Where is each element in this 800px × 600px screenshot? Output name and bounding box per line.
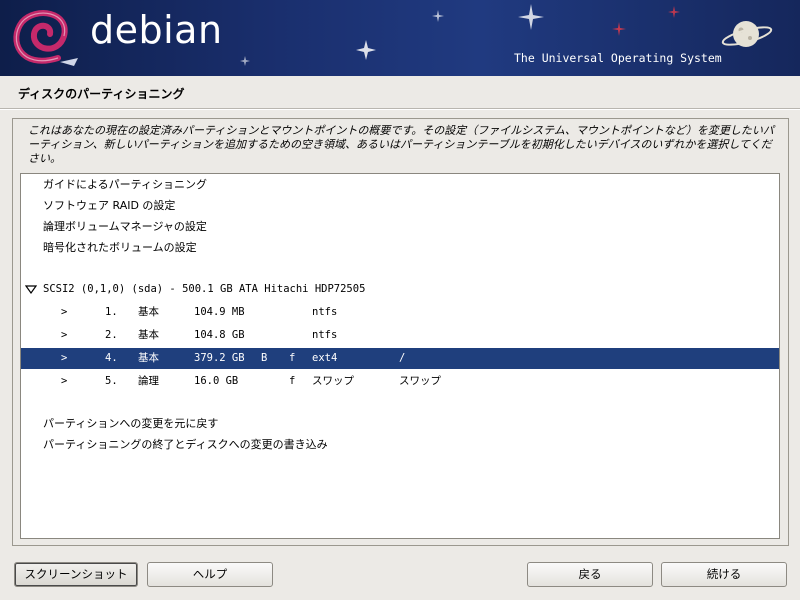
partition-mountpoint: スワップ: [399, 375, 441, 387]
partition-number: 2.: [105, 329, 118, 341]
list-item-label: ソフトウェア RAID の設定: [43, 199, 176, 212]
list-item-guided-partitioning[interactable]: ガイドによるパーティショニング: [21, 174, 779, 195]
star-icon: [518, 4, 544, 30]
star-icon: [240, 56, 250, 66]
back-button[interactable]: 戻る: [527, 562, 653, 587]
star-icon: [356, 40, 376, 60]
partition-size: 104.9 MB: [194, 306, 245, 318]
title-divider: [0, 108, 800, 110]
list-item-label: パーティショニングの終了とディスクへの変更の書き込み: [43, 438, 328, 451]
screenshot-button[interactable]: スクリーンショット: [14, 562, 138, 587]
star-icon: [668, 6, 680, 18]
list-item-label: パーティションへの変更を元に戻す: [43, 417, 219, 430]
partition-list[interactable]: ガイドによるパーティショニング ソフトウェア RAID の設定 論理ボリュームマ…: [20, 173, 780, 539]
continue-button[interactable]: 続ける: [661, 562, 787, 587]
list-item-encrypted-volumes[interactable]: 暗号化されたボリュームの設定: [21, 237, 779, 258]
partition-number: 4.: [105, 352, 118, 364]
partition-mountpoint: /: [399, 352, 406, 364]
partition-row-selected[interactable]: > 4. 基本 379.2 GB B f ext4 /: [21, 348, 779, 369]
partition-boot-flag: B: [261, 352, 268, 364]
list-item-finish-write[interactable]: パーティショニングの終了とディスクへの変更の書き込み: [21, 434, 779, 455]
partition-arrow: >: [61, 329, 68, 341]
partition-arrow: >: [61, 375, 68, 387]
partition-arrow: >: [61, 352, 68, 364]
planet-icon: [721, 21, 773, 47]
partition-filesystem: ntfs: [312, 306, 338, 318]
help-button[interactable]: ヘルプ: [147, 562, 273, 587]
partition-type: 基本: [138, 306, 159, 318]
debian-logo-text: debian: [90, 8, 223, 52]
partition-filesystem: ext4: [312, 352, 338, 364]
partition-number: 5.: [105, 375, 118, 387]
list-item-lvm[interactable]: 論理ボリュームマネージャの設定: [21, 216, 779, 237]
partition-size: 104.8 GB: [194, 329, 245, 341]
list-item-label: 論理ボリュームマネージャの設定: [43, 220, 207, 233]
list-item-label: ガイドによるパーティショニング: [43, 178, 208, 191]
partition-format-flag: f: [289, 352, 296, 364]
debian-banner: debian The Universal Operating System: [0, 0, 800, 76]
debian-swirl-icon: [13, 10, 78, 66]
list-item-label: 暗号化されたボリュームの設定: [43, 241, 197, 254]
banner-tagline: The Universal Operating System: [514, 51, 722, 65]
list-item-software-raid[interactable]: ソフトウェア RAID の設定: [21, 195, 779, 216]
list-item-undo-changes[interactable]: パーティションへの変更を元に戻す: [21, 413, 779, 434]
partition-size: 379.2 GB: [194, 352, 245, 364]
disk-label: SCSI2 (0,1,0) (sda) - 500.1 GB ATA Hitac…: [43, 283, 366, 295]
partition-filesystem: スワップ: [312, 375, 354, 387]
partition-row[interactable]: > 1. 基本 104.9 MB ntfs: [21, 302, 779, 323]
star-icon: [612, 22, 626, 36]
partition-arrow: >: [61, 306, 68, 318]
partition-type: 論理: [138, 375, 159, 387]
partition-type: 基本: [138, 329, 159, 341]
partition-number: 1.: [105, 306, 118, 318]
star-icon: [432, 10, 444, 22]
partition-type: 基本: [138, 352, 159, 364]
disk-row[interactable]: SCSI2 (0,1,0) (sda) - 500.1 GB ATA Hitac…: [21, 279, 779, 300]
partition-row[interactable]: > 2. 基本 104.8 GB ntfs: [21, 325, 779, 346]
partition-format-flag: f: [289, 375, 296, 387]
partition-row[interactable]: > 5. 論理 16.0 GB f スワップ スワップ: [21, 371, 779, 392]
partition-filesystem: ntfs: [312, 329, 338, 341]
description-text: これはあなたの現在の設定済みパーティションとマウントポイントの概要です。その設定…: [28, 124, 774, 165]
page-title: ディスクのパーティショニング: [18, 87, 185, 101]
partition-size: 16.0 GB: [194, 375, 239, 387]
